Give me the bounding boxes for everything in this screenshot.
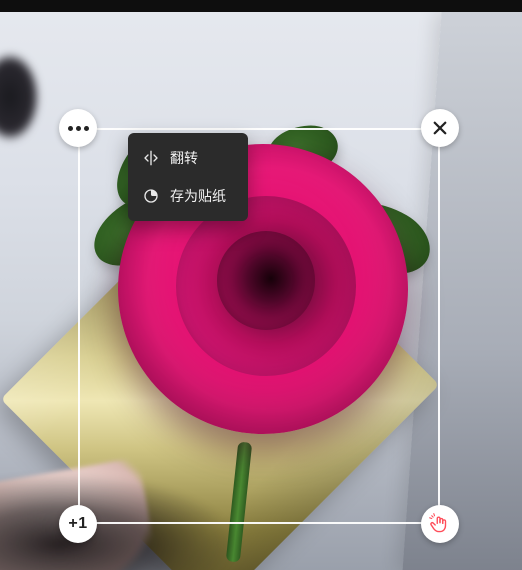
gesture-resize-handle[interactable] — [421, 505, 459, 543]
menu-item-save-sticker[interactable]: 存为贴纸 — [128, 177, 248, 215]
context-menu: 翻转 存为贴纸 — [128, 133, 248, 221]
gesture-icon — [429, 513, 451, 535]
menu-item-flip[interactable]: 翻转 — [128, 139, 248, 177]
bottom-shadow — [0, 460, 270, 570]
bg-shadow-left — [0, 52, 40, 142]
status-bar — [0, 0, 522, 12]
flip-horizontal-icon — [142, 149, 160, 167]
bg-wall — [402, 12, 522, 570]
editor-canvas: +1 — [0, 0, 522, 570]
save-sticker-icon — [142, 187, 160, 205]
more-icon — [68, 126, 89, 131]
duplicate-handle[interactable]: +1 — [59, 505, 97, 543]
photo-area[interactable]: +1 — [0, 12, 522, 570]
close-icon — [431, 119, 449, 137]
menu-item-label: 翻转 — [170, 151, 198, 165]
delete-handle[interactable] — [421, 109, 459, 147]
menu-item-label: 存为贴纸 — [170, 189, 226, 203]
more-options-handle[interactable] — [59, 109, 97, 147]
duplicate-label: +1 — [68, 515, 87, 533]
